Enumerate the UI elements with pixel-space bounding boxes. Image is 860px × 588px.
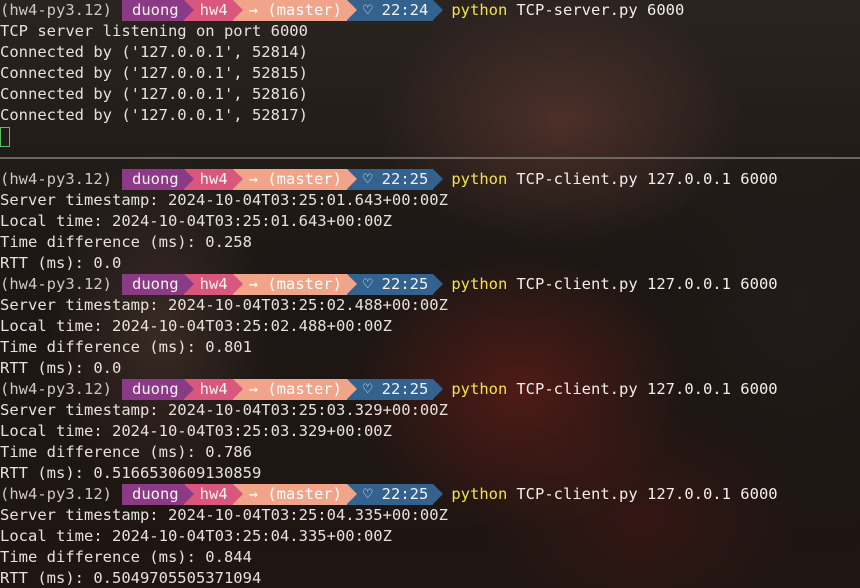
output-line: RTT (ms): 0.0 xyxy=(0,359,122,377)
terminal-pane-server[interactable]: (hw4-py3.12) duong hw4 → (master) ♡ 22:2… xyxy=(0,0,860,157)
venv-label: (hw4-py3.12) xyxy=(0,485,112,503)
command-args: TCP-server.py 6000 xyxy=(516,1,685,19)
prompt-line-client: (hw4-py3.12) duong hw4 → (master) ♡ 22:2… xyxy=(0,484,860,505)
output-line: Server timestamp: 2024-10-04T03:25:03.32… xyxy=(0,401,448,419)
git-branch-label: → (master) xyxy=(248,1,342,19)
prompt-time-segment: ♡ 22:25 xyxy=(346,169,444,190)
heart-icon: ♡ xyxy=(362,1,373,19)
prompt-line-server: (hw4-py3.12) duong hw4 → (master) ♡ 22:2… xyxy=(0,0,860,21)
output-line: Time difference (ms): 0.801 xyxy=(0,338,252,356)
prompt-time: 22:25 xyxy=(381,485,429,503)
prompt-time: 22:25 xyxy=(381,170,429,188)
command-args: TCP-client.py 127.0.0.1 6000 xyxy=(516,275,778,293)
output-line: Server timestamp: 2024-10-04T03:25:01.64… xyxy=(0,191,448,209)
prompt-user-segment: duong xyxy=(121,169,194,190)
prompt-time: 22:25 xyxy=(381,380,429,398)
heart-icon: ♡ xyxy=(362,380,373,398)
prompt-user-segment: duong xyxy=(121,0,194,21)
prompt-git-segment: → (master) xyxy=(232,484,358,505)
prompt-line-client: (hw4-py3.12) duong hw4 → (master) ♡ 22:2… xyxy=(0,169,860,190)
prompt-time-segment: ♡ 22:25 xyxy=(346,379,444,400)
command-python: python xyxy=(451,170,508,188)
output-line: Connected by ('127.0.0.1', 52814) xyxy=(0,43,308,61)
git-branch-label: → (master) xyxy=(248,485,342,503)
prompt-user-segment: duong xyxy=(121,274,194,295)
cursor-line[interactable] xyxy=(0,126,860,147)
prompt-time-segment: ♡ 22:25 xyxy=(346,484,444,505)
prompt-user-segment: duong xyxy=(121,379,194,400)
prompt-git-segment: → (master) xyxy=(232,0,358,21)
git-branch-label: → (master) xyxy=(248,380,342,398)
output-line: Time difference (ms): 0.786 xyxy=(0,443,252,461)
command-python: python xyxy=(451,275,508,293)
prompt-user-segment: duong xyxy=(121,484,194,505)
output-line: Server timestamp: 2024-10-04T03:25:04.33… xyxy=(0,506,448,524)
terminal-pane-client[interactable]: (hw4-py3.12) duong hw4 → (master) ♡ 22:2… xyxy=(0,169,860,588)
output-line: Connected by ('127.0.0.1', 52817) xyxy=(0,106,308,124)
output-line: Connected by ('127.0.0.1', 52815) xyxy=(0,64,308,82)
command-args: TCP-client.py 127.0.0.1 6000 xyxy=(516,380,778,398)
output-line: Local time: 2024-10-04T03:25:01.643+00:0… xyxy=(0,212,392,230)
output-line: Local time: 2024-10-04T03:25:03.329+00:0… xyxy=(0,422,392,440)
command-python: python xyxy=(451,485,508,503)
venv-label: (hw4-py3.12) xyxy=(0,380,112,398)
prompt-time: 22:25 xyxy=(381,275,429,293)
pane-divider[interactable] xyxy=(0,157,860,159)
git-branch-label: → (master) xyxy=(248,275,342,293)
output-line: TCP server listening on port 6000 xyxy=(0,22,308,40)
output-line: Time difference (ms): 0.258 xyxy=(0,233,252,251)
venv-label: (hw4-py3.12) xyxy=(0,275,112,293)
prompt-time-segment: ♡ 22:24 xyxy=(346,0,444,21)
output-line: Local time: 2024-10-04T03:25:02.488+00:0… xyxy=(0,317,392,335)
output-line: Server timestamp: 2024-10-04T03:25:02.48… xyxy=(0,296,448,314)
heart-icon: ♡ xyxy=(362,275,373,293)
prompt-time-segment: ♡ 22:25 xyxy=(346,274,444,295)
command-python: python xyxy=(451,380,508,398)
output-line: RTT (ms): 0.5049705505371094 xyxy=(0,569,262,587)
prompt-git-segment: → (master) xyxy=(232,274,358,295)
output-line: RTT (ms): 0.5166530609130859 xyxy=(0,464,262,482)
command-python: python xyxy=(451,1,508,19)
prompt-line-client: (hw4-py3.12) duong hw4 → (master) ♡ 22:2… xyxy=(0,379,860,400)
block-cursor-icon xyxy=(0,127,10,147)
command-args: TCP-client.py 127.0.0.1 6000 xyxy=(516,485,778,503)
output-line: Local time: 2024-10-04T03:25:04.335+00:0… xyxy=(0,527,392,545)
output-line: Time difference (ms): 0.844 xyxy=(0,548,252,566)
prompt-git-segment: → (master) xyxy=(232,169,358,190)
venv-label: (hw4-py3.12) xyxy=(0,1,112,19)
output-line: Connected by ('127.0.0.1', 52816) xyxy=(0,85,308,103)
git-branch-label: → (master) xyxy=(248,170,342,188)
output-line: RTT (ms): 0.0 xyxy=(0,254,122,272)
command-args: TCP-client.py 127.0.0.1 6000 xyxy=(516,170,778,188)
prompt-line-client: (hw4-py3.12) duong hw4 → (master) ♡ 22:2… xyxy=(0,274,860,295)
prompt-git-segment: → (master) xyxy=(232,379,358,400)
heart-icon: ♡ xyxy=(362,485,373,503)
venv-label: (hw4-py3.12) xyxy=(0,170,112,188)
prompt-time: 22:24 xyxy=(381,1,429,19)
heart-icon: ♡ xyxy=(362,170,373,188)
